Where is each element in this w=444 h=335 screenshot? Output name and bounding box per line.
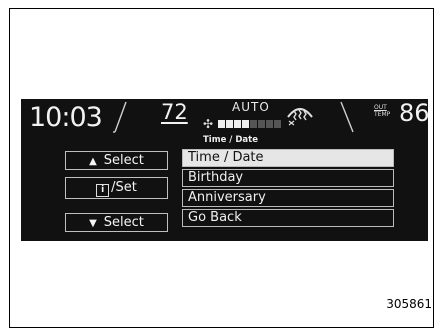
fan-icon: ✣ [203, 117, 214, 131]
defrost-icon [287, 108, 313, 126]
info-set-button[interactable]: i/Set [65, 177, 168, 199]
menu-item-birthday[interactable]: Birthday [182, 169, 394, 187]
menu-item-go-back[interactable]: Go Back [182, 209, 394, 227]
select-up-button[interactable]: ▲ Select [65, 151, 168, 170]
fan-speed-segment [226, 120, 233, 128]
fan-speed-segment [258, 120, 265, 128]
fan-speed-segment [274, 120, 281, 128]
divider-slash [113, 101, 127, 133]
select-down-button[interactable]: ▼ Select [65, 213, 168, 232]
outside-temperature: 86°F [399, 99, 428, 127]
fan-speed-segment [218, 120, 225, 128]
fan-speed-segment [250, 120, 257, 128]
display-screen: 10:03 72 AUTO ✣ OUT TEMP 86°F Time / Dat… [21, 99, 428, 241]
divider-slash-right [340, 101, 354, 133]
fan-speed-bar [218, 120, 282, 128]
menu-list: Time / Date Birthday Anniversary Go Back [182, 149, 394, 229]
menu-item-time-date[interactable]: Time / Date [182, 149, 394, 167]
outside-temp-label: OUT TEMP [374, 104, 391, 118]
set-temperature: 72 [161, 100, 188, 124]
triangle-up-icon: ▲ [89, 156, 97, 167]
climate-mode: AUTO [232, 100, 270, 114]
fan-speed-segment [242, 120, 249, 128]
menu-item-anniversary[interactable]: Anniversary [182, 189, 394, 207]
status-bar: 10:03 72 AUTO ✣ OUT TEMP 86°F [21, 99, 428, 135]
fan-speed-segment [234, 120, 241, 128]
screen-title: Time / Date [203, 135, 258, 145]
clock: 10:03 [29, 102, 103, 133]
info-icon: i [96, 184, 110, 197]
fan-speed-segment [266, 120, 273, 128]
triangle-down-icon: ▼ [89, 218, 97, 229]
figure-id: 305861 [386, 297, 432, 311]
